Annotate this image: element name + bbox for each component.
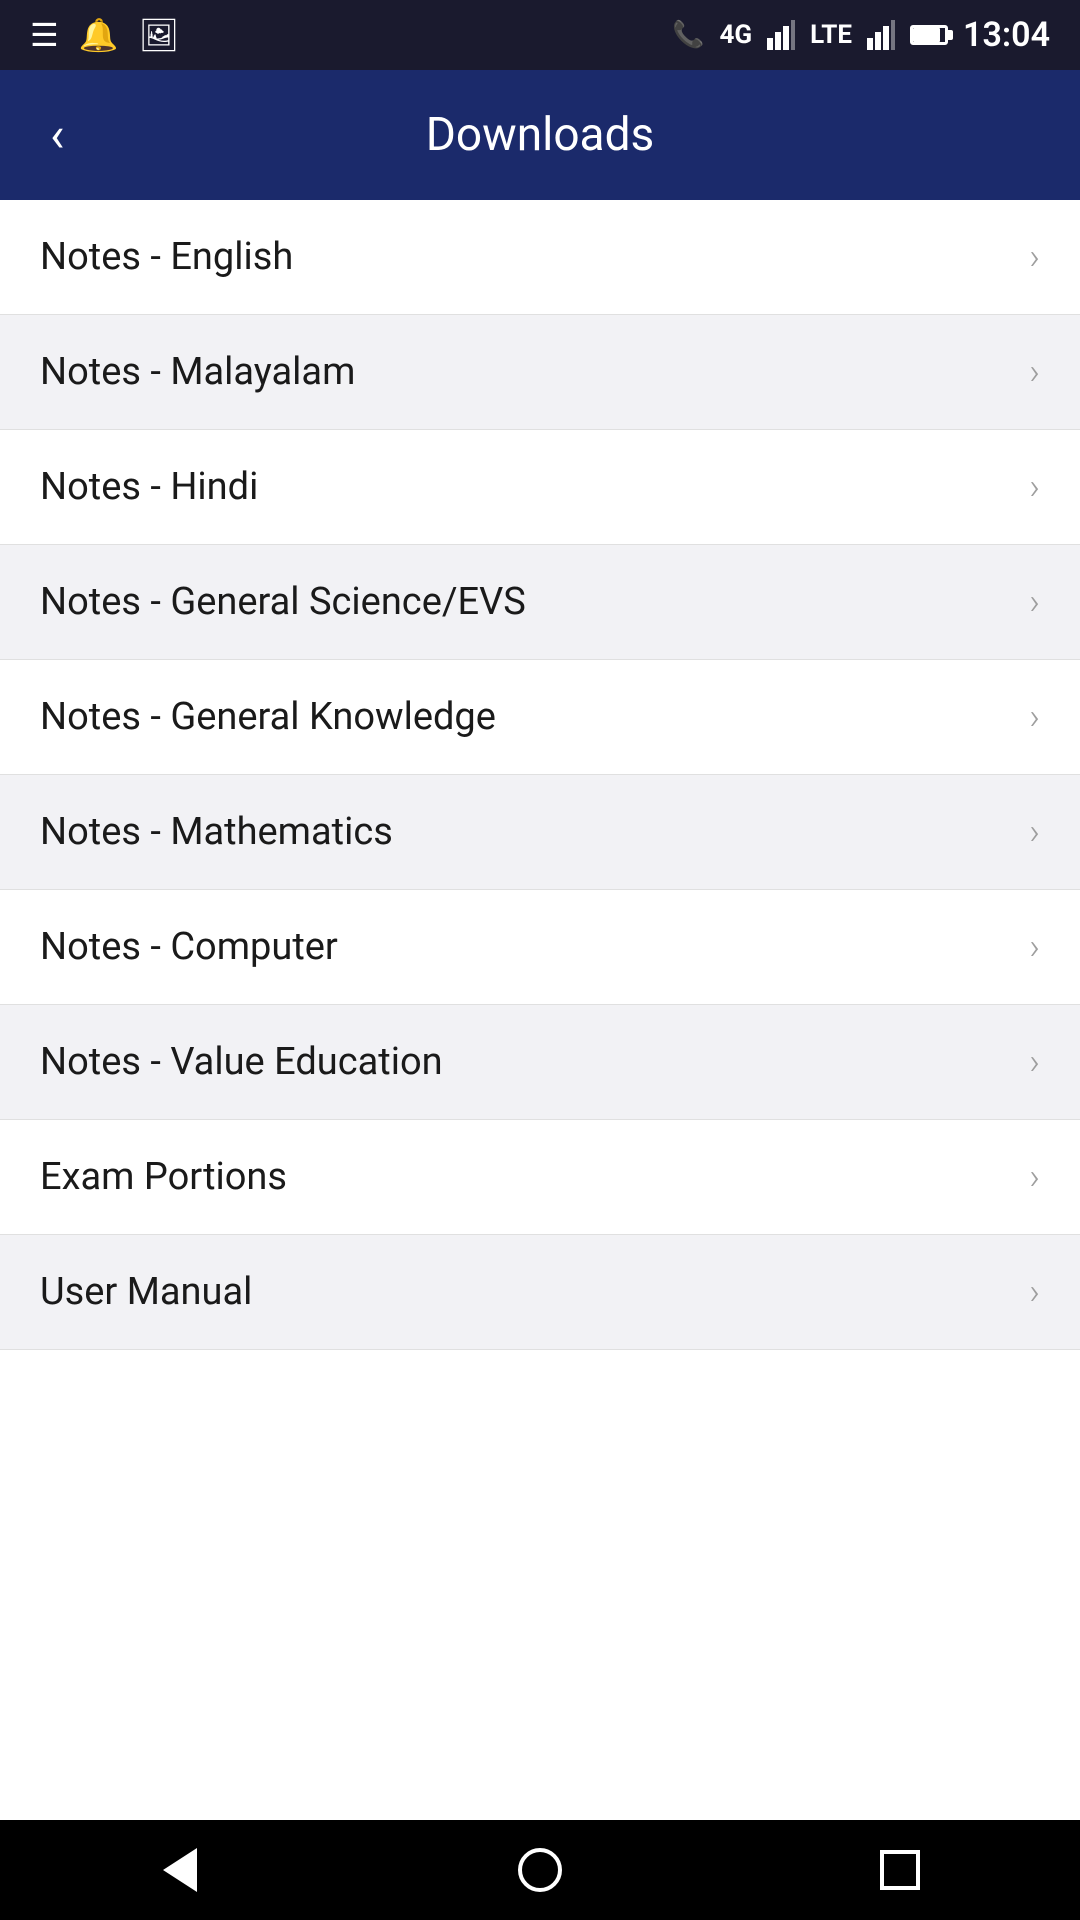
chevron-right-icon: › bbox=[1029, 696, 1040, 738]
home-nav-button[interactable] bbox=[500, 1830, 580, 1910]
chevron-right-icon: › bbox=[1029, 811, 1040, 853]
status-bar: ☰ 🔔 🖼 📞 4G LTE 13:04 bbox=[0, 0, 1080, 70]
list-item-label: Notes - General Knowledge bbox=[40, 695, 496, 739]
chevron-right-icon: › bbox=[1029, 1271, 1040, 1313]
list-item[interactable]: Notes - Computer › bbox=[0, 890, 1080, 1005]
signal-bars-icon bbox=[767, 20, 795, 50]
chevron-right-icon: › bbox=[1029, 926, 1040, 968]
call-icon: 📞 bbox=[672, 20, 704, 50]
back-nav-button[interactable] bbox=[140, 1830, 220, 1910]
lte-label: LTE bbox=[810, 20, 852, 50]
chevron-right-icon: › bbox=[1029, 236, 1040, 278]
list-item[interactable]: Notes - English › bbox=[0, 200, 1080, 315]
signal-4g-label: 4G bbox=[719, 20, 752, 50]
list-item-label: Notes - Malayalam bbox=[40, 350, 355, 394]
notification-icon: 🔔 bbox=[79, 16, 119, 54]
image-icon: 🖼 bbox=[139, 16, 180, 54]
list-item[interactable]: Notes - Hindi › bbox=[0, 430, 1080, 545]
recents-nav-button[interactable] bbox=[860, 1830, 940, 1910]
list-item-label: Notes - Mathematics bbox=[40, 810, 393, 854]
chevron-right-icon: › bbox=[1029, 351, 1040, 393]
list-item[interactable]: Notes - General Knowledge › bbox=[0, 660, 1080, 775]
status-bar-right-icons: 📞 4G LTE 13:04 bbox=[672, 15, 1050, 55]
back-button[interactable]: ‹ bbox=[40, 101, 74, 169]
list-item[interactable]: Notes - Value Education › bbox=[0, 1005, 1080, 1120]
list-item-label: Notes - Hindi bbox=[40, 465, 258, 509]
back-triangle-icon bbox=[163, 1848, 197, 1892]
list-item-label: User Manual bbox=[40, 1270, 252, 1314]
battery-icon bbox=[910, 25, 948, 45]
list-item-label: Exam Portions bbox=[40, 1155, 287, 1199]
recents-square-icon bbox=[880, 1850, 920, 1890]
list-item-label: Notes - English bbox=[40, 235, 293, 279]
list-item[interactable]: User Manual › bbox=[0, 1235, 1080, 1350]
list-item[interactable]: Notes - General Science/EVS › bbox=[0, 545, 1080, 660]
home-circle-icon bbox=[518, 1848, 562, 1892]
chevron-right-icon: › bbox=[1029, 1041, 1040, 1083]
header: ‹ Downloads bbox=[0, 70, 1080, 200]
list-item-label: Notes - Value Education bbox=[40, 1040, 443, 1084]
list-item[interactable]: Notes - Malayalam › bbox=[0, 315, 1080, 430]
bottom-navigation bbox=[0, 1820, 1080, 1920]
chevron-right-icon: › bbox=[1029, 466, 1040, 508]
menu-icon: ☰ bbox=[30, 16, 59, 54]
list-item[interactable]: Notes - Mathematics › bbox=[0, 775, 1080, 890]
list-item[interactable]: Exam Portions › bbox=[0, 1120, 1080, 1235]
signal-bars-icon-2 bbox=[867, 20, 895, 50]
chevron-right-icon: › bbox=[1029, 581, 1040, 623]
page-title: Downloads bbox=[426, 108, 655, 162]
status-bar-left-icons: ☰ 🔔 🖼 bbox=[30, 16, 179, 54]
downloads-list: Notes - English›Notes - Malayalam›Notes … bbox=[0, 200, 1080, 1350]
status-time: 13:04 bbox=[963, 15, 1050, 55]
list-item-label: Notes - General Science/EVS bbox=[40, 580, 526, 624]
chevron-right-icon: › bbox=[1029, 1156, 1040, 1198]
list-item-label: Notes - Computer bbox=[40, 925, 338, 969]
